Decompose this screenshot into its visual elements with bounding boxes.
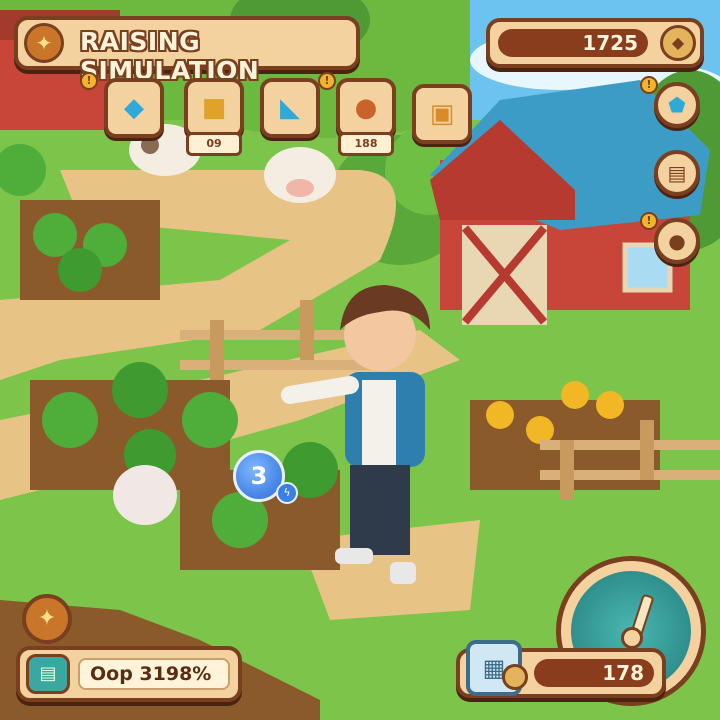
fence-post xyxy=(210,320,224,380)
game-title: RAISING SIMULATION xyxy=(80,27,260,85)
farmer-shoe xyxy=(335,548,373,564)
farm-crest-icon[interactable]: ✦ xyxy=(22,594,72,644)
side-button-shield[interactable]: ⬟ xyxy=(654,82,700,128)
side-button-coin-bag[interactable]: ● xyxy=(654,218,700,264)
goat xyxy=(113,465,177,525)
bottom-left-panel[interactable]: ▤ Oop 3198% xyxy=(16,646,242,702)
treasure-chest-icon: ▣ xyxy=(429,99,455,129)
paw-icon: ✦ xyxy=(24,23,64,63)
bottom-right-track: 178 xyxy=(534,659,654,687)
inventory-slot-5[interactable]: ▣ xyxy=(412,84,472,144)
blue-fish-icon: ◣ xyxy=(280,93,300,123)
farmer-shirt xyxy=(362,380,396,465)
bottom-right-panel[interactable]: ▦ 178 xyxy=(456,640,666,698)
basket-icon: ▤ xyxy=(667,161,687,185)
flower xyxy=(596,391,624,419)
slot-count: 09 xyxy=(186,132,242,156)
fence-post xyxy=(640,420,654,480)
cow-spot xyxy=(141,136,159,154)
alert-icon: ! xyxy=(318,72,336,90)
inventory-slot-2[interactable]: ■ xyxy=(184,78,244,138)
alert-icon: ! xyxy=(640,76,658,94)
slot-count: 188 xyxy=(338,132,394,156)
farmer-shoe xyxy=(390,562,416,584)
bottom-right-value: 178 xyxy=(602,661,644,685)
crop-plant xyxy=(182,392,238,448)
flower xyxy=(486,401,514,429)
storage-icon: ▤ xyxy=(26,654,70,694)
coin-bag-icon: ● xyxy=(668,229,686,253)
coin-icon xyxy=(502,664,528,690)
coin-counter[interactable]: 1725 ◆ xyxy=(486,18,704,68)
inventory-slot-1[interactable]: ◆ xyxy=(104,78,164,138)
blue-shield-icon: ⬟ xyxy=(668,93,686,117)
coin-value: 1725 xyxy=(582,31,638,55)
fence-post xyxy=(560,440,574,500)
hay-bale-icon: ■ xyxy=(201,93,227,123)
crop-plant xyxy=(58,248,102,292)
side-button-basket[interactable]: ▤ xyxy=(654,150,700,196)
coin-icon[interactable]: ◆ xyxy=(660,25,696,61)
alert-icon: ! xyxy=(80,72,98,90)
inventory-slot-4[interactable]: ● xyxy=(336,78,396,138)
crop-plant xyxy=(112,362,168,418)
lightning-icon: ϟ xyxy=(276,482,298,504)
flower xyxy=(561,381,589,409)
title-banner: ✦ RAISING SIMULATION xyxy=(14,16,360,85)
flower xyxy=(526,416,554,444)
seed-bag-icon: ● xyxy=(354,93,378,123)
fence-post xyxy=(300,300,314,360)
blue-gem-icon: ◆ xyxy=(124,93,144,123)
coin-track: 1725 xyxy=(498,29,648,57)
cow-snout xyxy=(286,179,314,197)
inventory-slot-3[interactable]: ◣ xyxy=(260,78,320,138)
bottom-left-track: Oop 3198% xyxy=(78,658,230,690)
farmer-legs xyxy=(350,465,410,555)
gauge-hub xyxy=(621,627,643,649)
crop-plant xyxy=(42,392,98,448)
alert-icon: ! xyxy=(640,212,658,230)
farmer-arm xyxy=(281,376,359,404)
bottom-left-text: Oop 3198% xyxy=(90,663,212,685)
